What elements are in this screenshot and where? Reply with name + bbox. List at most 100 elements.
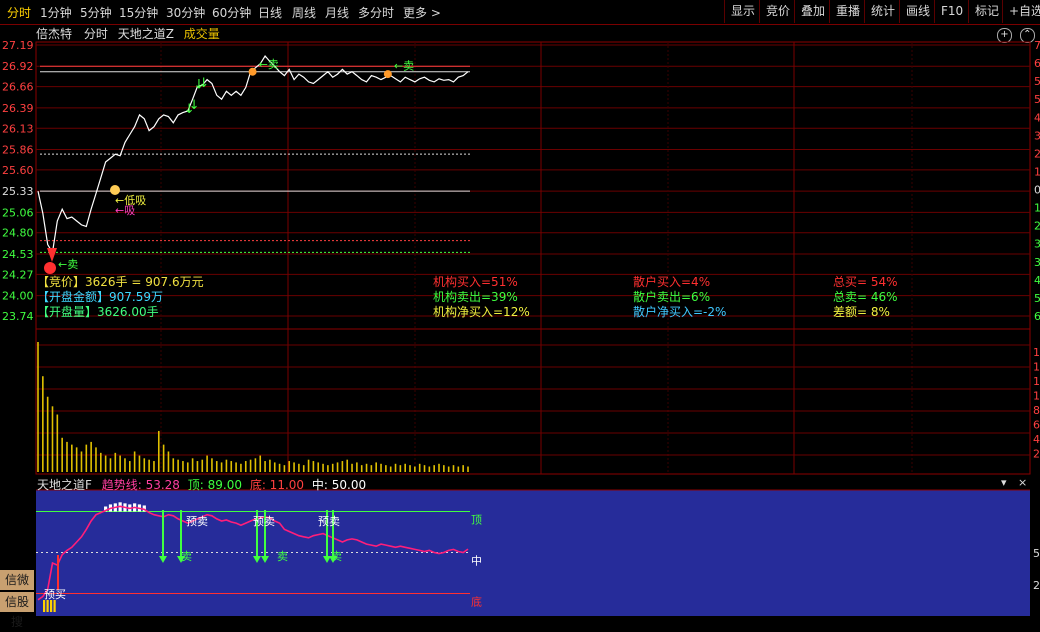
volume-bar: [365, 463, 368, 472]
volume-bar: [37, 342, 39, 472]
diff: 差额= 8%: [833, 305, 890, 319]
price-tick-label: 26.66: [2, 81, 34, 94]
price-tick-label: 23.74: [2, 310, 34, 323]
price-tick-label: 24.80: [2, 227, 34, 240]
price-tick-label: 24.53: [2, 248, 34, 261]
auction-line: 【竞价】3626手 = 907.6万元: [37, 275, 204, 289]
percent-tick-label: 6: [1034, 57, 1040, 70]
percent-tick-label: 7: [1034, 39, 1040, 52]
volume-bar: [100, 452, 102, 472]
volume-bar: [452, 465, 455, 472]
volume-bar: [211, 458, 213, 472]
volume-bar: [215, 461, 218, 472]
indicator-title[interactable]: 天地之道F: [37, 478, 92, 492]
sell-label: 卖: [277, 550, 288, 563]
sell-marker: ←卖: [259, 58, 279, 71]
indicator-header: 天地之道F 趋势线: 53.28 顶: 89.00 底: 11.00 中: 50…: [37, 476, 366, 493]
volume-bar: [230, 461, 233, 472]
down-arrow-marker: ↓: [189, 98, 200, 113]
sell-person-icon: [248, 67, 257, 76]
top-value: 顶: 89.00: [187, 478, 242, 492]
volume-bar: [414, 466, 416, 472]
volume-bar: [66, 441, 68, 472]
volume-bar: [153, 461, 155, 472]
volume-bar: [457, 466, 460, 472]
down-arrow-marker: ↓: [198, 76, 209, 91]
volume-bar: [438, 463, 440, 472]
inst-net: 机构净买入=12%: [433, 305, 530, 319]
bottom-zone-bar: [50, 600, 53, 612]
percent-tick-label: 1: [1034, 202, 1040, 215]
sell-person-icon: [383, 70, 392, 79]
indicator-controls: ▾ ×: [1001, 476, 1027, 489]
volume-bar: [254, 458, 257, 472]
volume-bar: [61, 437, 63, 472]
volume-bar: [75, 447, 78, 472]
volume-bar: [278, 463, 281, 472]
buy-arrow-marker: [47, 248, 57, 262]
volume-bar: [351, 463, 353, 472]
trend-value: 趋势线: 53.28: [101, 478, 180, 492]
volume-bar: [46, 396, 49, 472]
auction-info: 【竞价】3626手 = 907.6万元 【开盘金额】907.59万 【开盘量】3…: [37, 275, 204, 320]
price-axis-left: 27.19 26.92 26.66 26.39 26.13 25.86 25.60 25.33…: [2, 39, 34, 323]
volume-bar: [302, 465, 305, 472]
buy-badge-icon: [44, 262, 56, 274]
close-icon[interactable]: ×: [1018, 476, 1027, 489]
stock-search-button[interactable]: 信股搜: [0, 592, 34, 629]
volume-bar: [114, 452, 117, 472]
open-amount-line: 【开盘金额】907.59万: [37, 290, 163, 304]
volume-bar: [182, 461, 184, 472]
volume-bar: [404, 463, 406, 472]
volume-tick-label: 8: [1033, 404, 1040, 417]
volume-bar: [298, 463, 300, 472]
volume-bar: [80, 451, 83, 472]
volume-bar: [360, 465, 363, 472]
volume-bar: [157, 430, 160, 472]
open-volume-line: 【开盘量】3626.00手: [37, 305, 159, 319]
presell-label: 预卖: [253, 515, 275, 528]
volume-bar: [109, 458, 112, 472]
volume-bars: [37, 342, 469, 472]
volume-bar: [225, 459, 228, 472]
volume-tick-label: 4: [1033, 433, 1040, 446]
percent-tick-label: 4: [1034, 111, 1040, 124]
volume-bar: [85, 444, 88, 472]
total-buy: 总买= 54%: [833, 275, 898, 289]
volume-tick-label: 1: [1033, 390, 1040, 403]
volume-bar: [172, 458, 175, 472]
volume-bar: [394, 463, 397, 472]
volume-bar: [196, 461, 199, 472]
volume-tick-label: 1: [1033, 375, 1040, 388]
volume-bar: [220, 462, 223, 472]
volume-bar: [423, 465, 426, 472]
volume-bar: [138, 455, 141, 472]
percent-tick-label: 3: [1034, 238, 1040, 251]
price-tick-label: 25.86: [2, 143, 34, 156]
percent-tick-label: 5: [1034, 93, 1040, 106]
volume-bar: [370, 465, 373, 472]
volume-bar: [389, 466, 392, 472]
wechat-button[interactable]: 信微信: [0, 570, 34, 607]
presell-label: 预卖: [186, 515, 208, 528]
volume-axis-right: 11118642: [1033, 346, 1040, 461]
volume-bar: [331, 463, 334, 472]
bottom-label: 底: [471, 594, 482, 608]
volume-bar: [95, 447, 97, 472]
volume-bar: [240, 463, 242, 472]
retail-net: 散户净买入=-2%: [633, 305, 727, 319]
volume-bar: [385, 465, 387, 472]
volume-bar: [259, 455, 262, 472]
mid-label: 中: [471, 555, 482, 568]
volume-bar: [283, 465, 286, 472]
volume-bar: [447, 466, 450, 472]
dropdown-icon[interactable]: ▾: [1001, 476, 1007, 489]
price-tick-label: 26.13: [2, 122, 34, 135]
price-tick-label: 24.00: [2, 290, 34, 303]
volume-bar: [201, 459, 204, 472]
volume-bar: [51, 406, 54, 472]
sell-label: 卖: [181, 550, 192, 563]
volume-bar: [167, 451, 170, 472]
volume-bar: [307, 459, 310, 472]
percent-tick-label: 1: [1034, 165, 1040, 178]
